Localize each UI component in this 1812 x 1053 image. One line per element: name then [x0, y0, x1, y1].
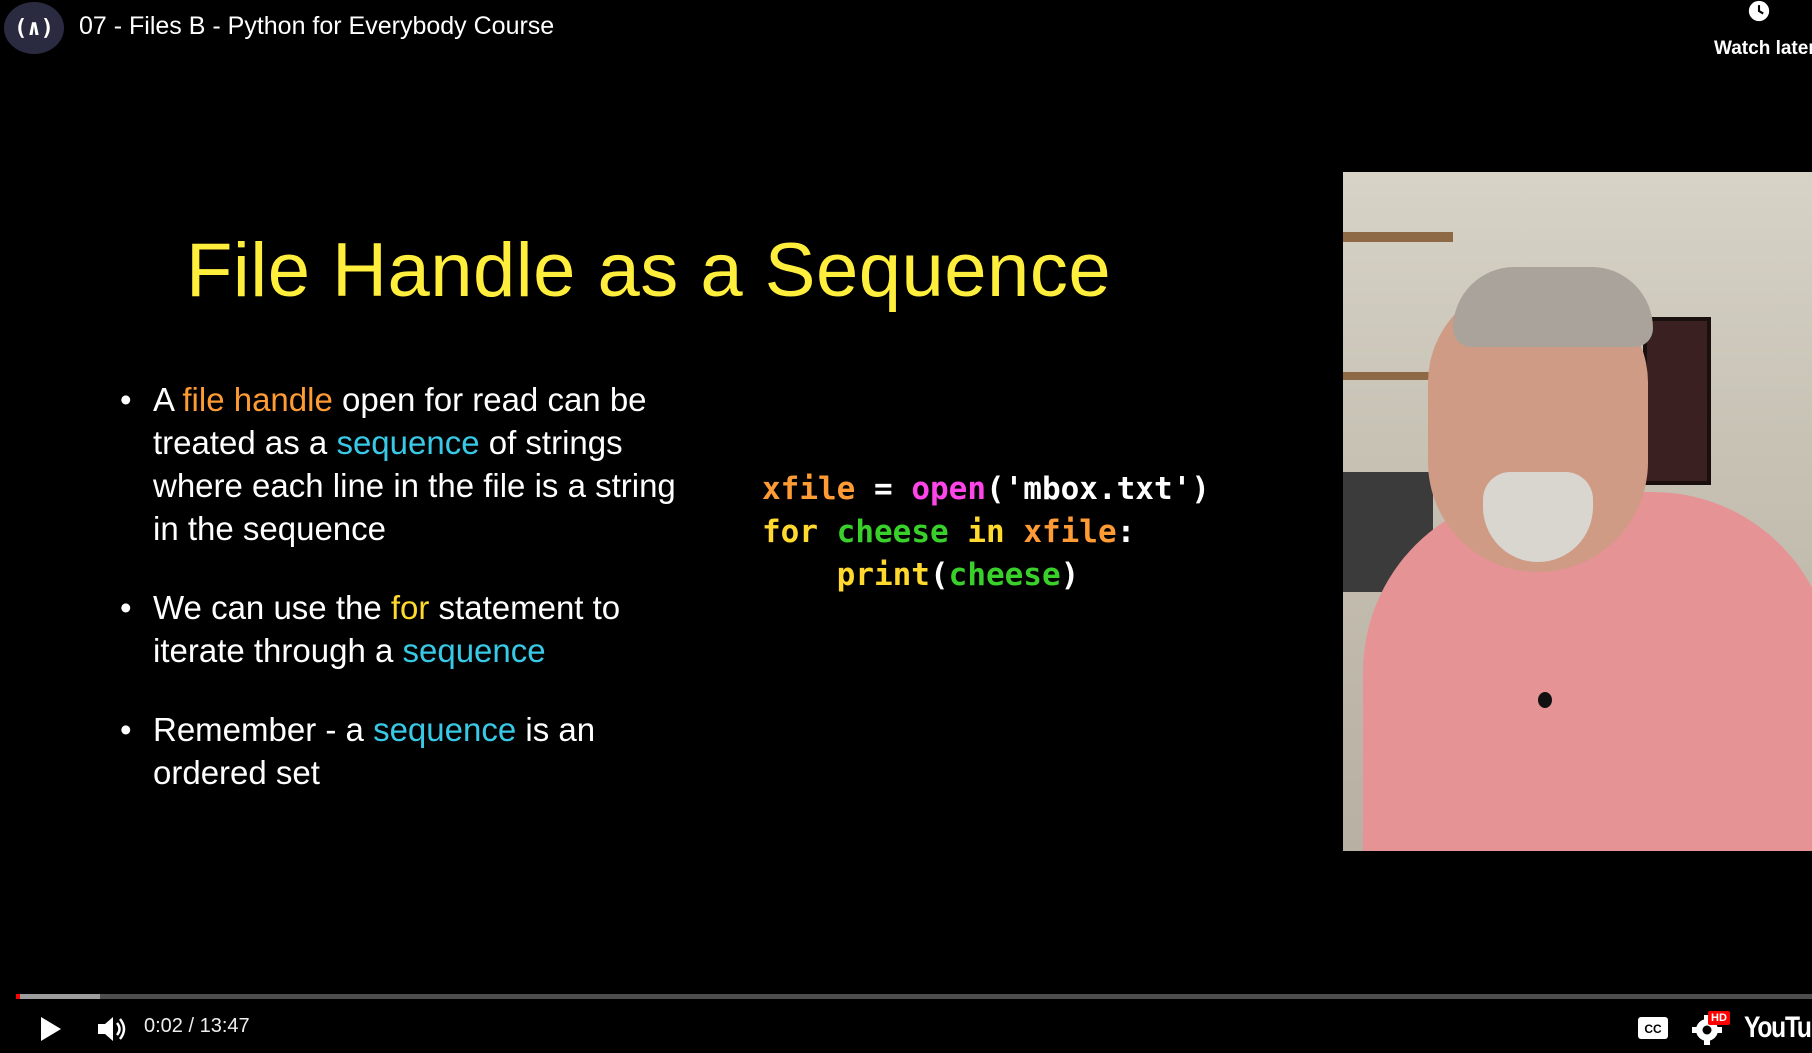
code-token: ('mbox.txt') — [985, 471, 1210, 507]
slide-bullet: A file handle open for read can be treat… — [118, 378, 678, 550]
control-bar: 0:02 / 13:47 CC HD YouTube — [0, 1003, 1812, 1053]
bullet-text-span: A — [153, 381, 183, 418]
code-token: : — [1116, 514, 1136, 550]
code-token: cheese — [948, 557, 1061, 593]
bullet-text-span: file handle — [182, 381, 333, 418]
bullet-text-span: We can use the — [153, 589, 391, 626]
duration: 13:47 — [199, 1015, 250, 1037]
watch-later-label: Watch later — [1714, 38, 1812, 59]
code-block: xfile = open('mbox.txt') for cheese in xf… — [762, 468, 1210, 597]
slide-bullet: Remember - a sequence is an ordered set — [118, 708, 678, 794]
progress-played — [16, 994, 21, 999]
settings-button[interactable]: HD — [1690, 1011, 1730, 1045]
play-icon[interactable] — [32, 1011, 70, 1047]
closed-captions-icon[interactable]: CC — [1636, 1015, 1670, 1041]
volume-icon[interactable] — [92, 1011, 132, 1047]
code-token: in — [948, 514, 1024, 550]
code-token: open — [911, 471, 986, 507]
slide-bullets: A file handle open for read can be treat… — [118, 378, 678, 830]
bullet-text-span: Remember - a — [153, 711, 374, 748]
bullet-text-span: sequence — [373, 711, 517, 748]
svg-text:CC: CC — [1644, 1022, 1662, 1036]
clock-icon — [1748, 0, 1770, 22]
bullet-text-span: sequence — [402, 632, 546, 669]
instructor-webcam — [1343, 172, 1812, 851]
hd-badge: HD — [1708, 1011, 1730, 1025]
video-player[interactable]: (∧) 07 - Files B - Python for Everybody … — [0, 0, 1812, 1053]
progress-bar[interactable] — [16, 994, 1812, 999]
current-time: 0:02 — [144, 1015, 183, 1037]
code-line: xfile = open('mbox.txt') — [762, 468, 1210, 511]
code-token: xfile — [762, 471, 856, 507]
bullet-text-span: sequence — [336, 424, 480, 461]
code-token: ) — [1060, 557, 1080, 593]
code-token: = — [855, 471, 912, 507]
youtube-logo[interactable]: YouTube — [1744, 1011, 1812, 1045]
video-title[interactable]: 07 - Files B - Python for Everybody Cour… — [79, 12, 554, 41]
slide-title: File Handle as a Sequence — [186, 228, 1112, 313]
time-display: 0:02 / 13:47 — [144, 1015, 250, 1038]
code-token: cheese — [836, 514, 949, 550]
top-bar: (∧) 07 - Files B - Python for Everybody … — [0, 0, 1812, 62]
progress-buffered — [16, 994, 101, 999]
video-frame: File Handle as a Sequence A file handle … — [0, 62, 1340, 992]
time-separator: / — [182, 1015, 200, 1037]
code-line: for cheese in xfile: — [762, 511, 1210, 554]
code-token: for — [762, 514, 818, 550]
watch-later-button[interactable]: Watch later — [1702, 0, 1812, 62]
code-token: ( — [929, 557, 949, 593]
code-token: print — [762, 557, 930, 593]
bullet-text-span: for — [390, 589, 430, 626]
channel-avatar[interactable]: (∧) — [4, 2, 64, 54]
code-line: print(cheese) — [762, 554, 1210, 597]
code-token: xfile — [1023, 514, 1117, 550]
slide-bullet: We can use the for statement to iterate … — [118, 586, 678, 672]
